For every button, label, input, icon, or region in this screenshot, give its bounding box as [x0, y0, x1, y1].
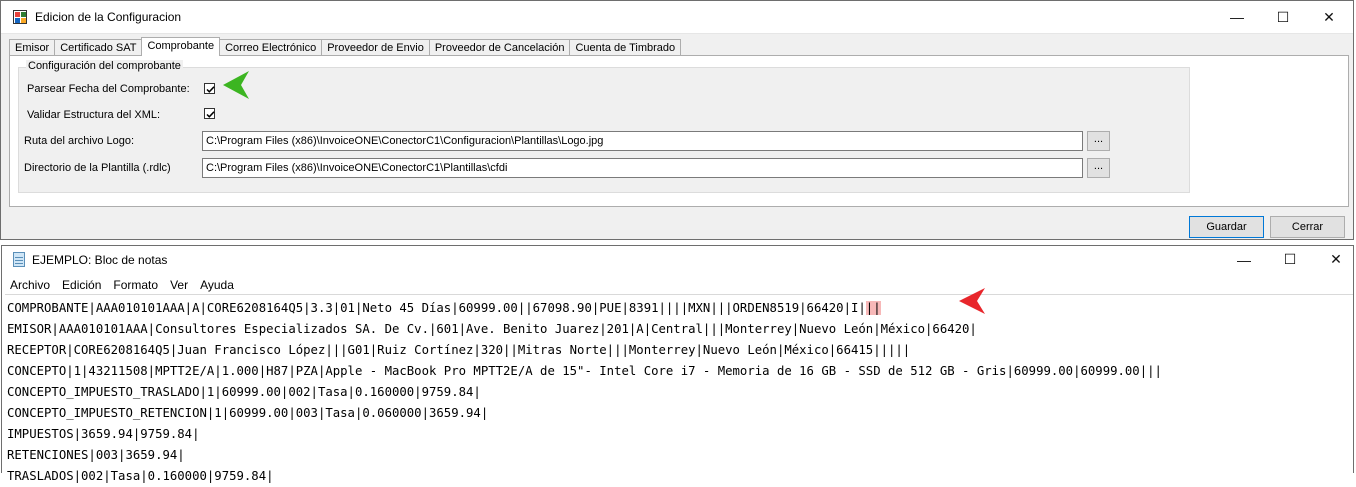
- app-icon: [13, 10, 27, 24]
- text-line: RETENCIONES|003|3659.94|: [7, 448, 185, 462]
- text-line: COMPROBANTE|AAA010101AAA|A|CORE6208164Q5…: [5, 298, 1353, 319]
- notepad-icon: [13, 252, 25, 267]
- browse-logo-button[interactable]: ...: [1087, 131, 1110, 151]
- template-dir-label: Directorio de la Plantilla (.rdlc): [24, 162, 171, 174]
- tab-certificado-sat[interactable]: Certificado SAT: [54, 39, 143, 56]
- tab-proveedor-cancelacion[interactable]: Proveedor de Cancelación: [428, 39, 571, 56]
- text-line: EMISOR|AAA010101AAA|Consultores Especial…: [7, 322, 977, 336]
- template-dir-input[interactable]: C:\Program Files (x86)\InvoiceONE\Conect…: [202, 158, 1083, 178]
- text-line: TRASLADOS|002|Tasa|0.160000|9759.84|: [7, 469, 274, 483]
- minimize-button[interactable]: —: [1214, 1, 1260, 33]
- comprobante-groupbox: Configuración del comprobante Parsear Fe…: [18, 60, 1190, 193]
- notepad-text-area[interactable]: COMPROBANTE|AAA010101AAA|A|CORE6208164Q5…: [5, 294, 1353, 483]
- notepad-menubar: Archivo Edición Formato Ver Ayuda: [2, 276, 240, 294]
- tab-proveedor-envio[interactable]: Proveedor de Envio: [321, 39, 430, 56]
- close-button[interactable]: ✕: [1306, 1, 1352, 33]
- green-arrow-icon: [223, 71, 249, 99]
- notepad-maximize-button[interactable]: ☐: [1267, 246, 1313, 273]
- text-line: CONCEPTO_IMPUESTO_RETENCION|1|60999.00|0…: [7, 406, 489, 420]
- text-line: CONCEPTO|1|43211508|MPTT2E/A|1.000|H87|P…: [7, 364, 1162, 378]
- config-window-title: Edicion de la Configuracion: [35, 10, 182, 24]
- parse-date-checkbox[interactable]: [204, 83, 215, 94]
- red-arrow-icon: [959, 288, 985, 314]
- group-title: Configuración del comprobante: [26, 60, 183, 72]
- logo-path-label: Ruta del archivo Logo:: [24, 135, 135, 147]
- menu-formato[interactable]: Formato: [107, 276, 164, 294]
- tab-strip: Emisor Certificado SAT Comprobante Corre…: [9, 37, 682, 56]
- notepad-window: EJEMPLO: Bloc de notas — ☐ ✕ Archivo Edi…: [1, 245, 1354, 483]
- notepad-minimize-button[interactable]: —: [1221, 246, 1267, 273]
- menu-ayuda[interactable]: Ayuda: [194, 276, 240, 294]
- save-button[interactable]: Guardar: [1189, 216, 1264, 238]
- config-titlebar[interactable]: Edicion de la Configuracion — ☐ ✕: [1, 1, 1353, 34]
- validate-xml-label: Validar Estructura del XML:: [27, 109, 161, 121]
- config-window: Edicion de la Configuracion — ☐ ✕ Emisor…: [0, 0, 1354, 240]
- tab-emisor[interactable]: Emisor: [9, 39, 56, 56]
- tab-cuenta-timbrado[interactable]: Cuenta de Timbrado: [569, 39, 682, 56]
- menu-edicion[interactable]: Edición: [56, 276, 107, 294]
- notepad-close-button[interactable]: ✕: [1313, 246, 1356, 273]
- validate-xml-checkbox[interactable]: [204, 108, 215, 119]
- text-line: IMPUESTOS|3659.94|9759.84|: [7, 427, 200, 441]
- menu-ver[interactable]: Ver: [164, 276, 194, 294]
- checkmark-icon: [206, 111, 215, 118]
- tab-correo-electronico[interactable]: Correo Electrónico: [219, 39, 323, 56]
- menu-archivo[interactable]: Archivo: [4, 276, 56, 294]
- maximize-button[interactable]: ☐: [1260, 1, 1306, 33]
- text-line: CONCEPTO_IMPUESTO_TRASLADO|1|60999.00|00…: [7, 385, 481, 399]
- text-line: RECEPTOR|CORE6208164Q5|Juan Francisco Ló…: [7, 343, 911, 357]
- parse-date-label: Parsear Fecha del Comprobante:: [27, 83, 190, 95]
- comprobante-tab-panel: Configuración del comprobante Parsear Fe…: [9, 55, 1349, 207]
- highlighted-pipes: ||: [865, 301, 881, 315]
- browse-template-button[interactable]: ...: [1087, 158, 1110, 178]
- notepad-titlebar[interactable]: EJEMPLO: Bloc de notas — ☐ ✕: [2, 246, 1353, 273]
- logo-path-input[interactable]: C:\Program Files (x86)\InvoiceONE\Conect…: [202, 131, 1083, 151]
- tab-comprobante[interactable]: Comprobante: [141, 37, 221, 56]
- cancel-button[interactable]: Cerrar: [1270, 216, 1345, 238]
- checkmark-icon: [206, 86, 215, 93]
- first-line-text: COMPROBANTE|AAA010101AAA|A|CORE6208164Q5…: [7, 301, 866, 315]
- notepad-window-title: EJEMPLO: Bloc de notas: [32, 253, 168, 267]
